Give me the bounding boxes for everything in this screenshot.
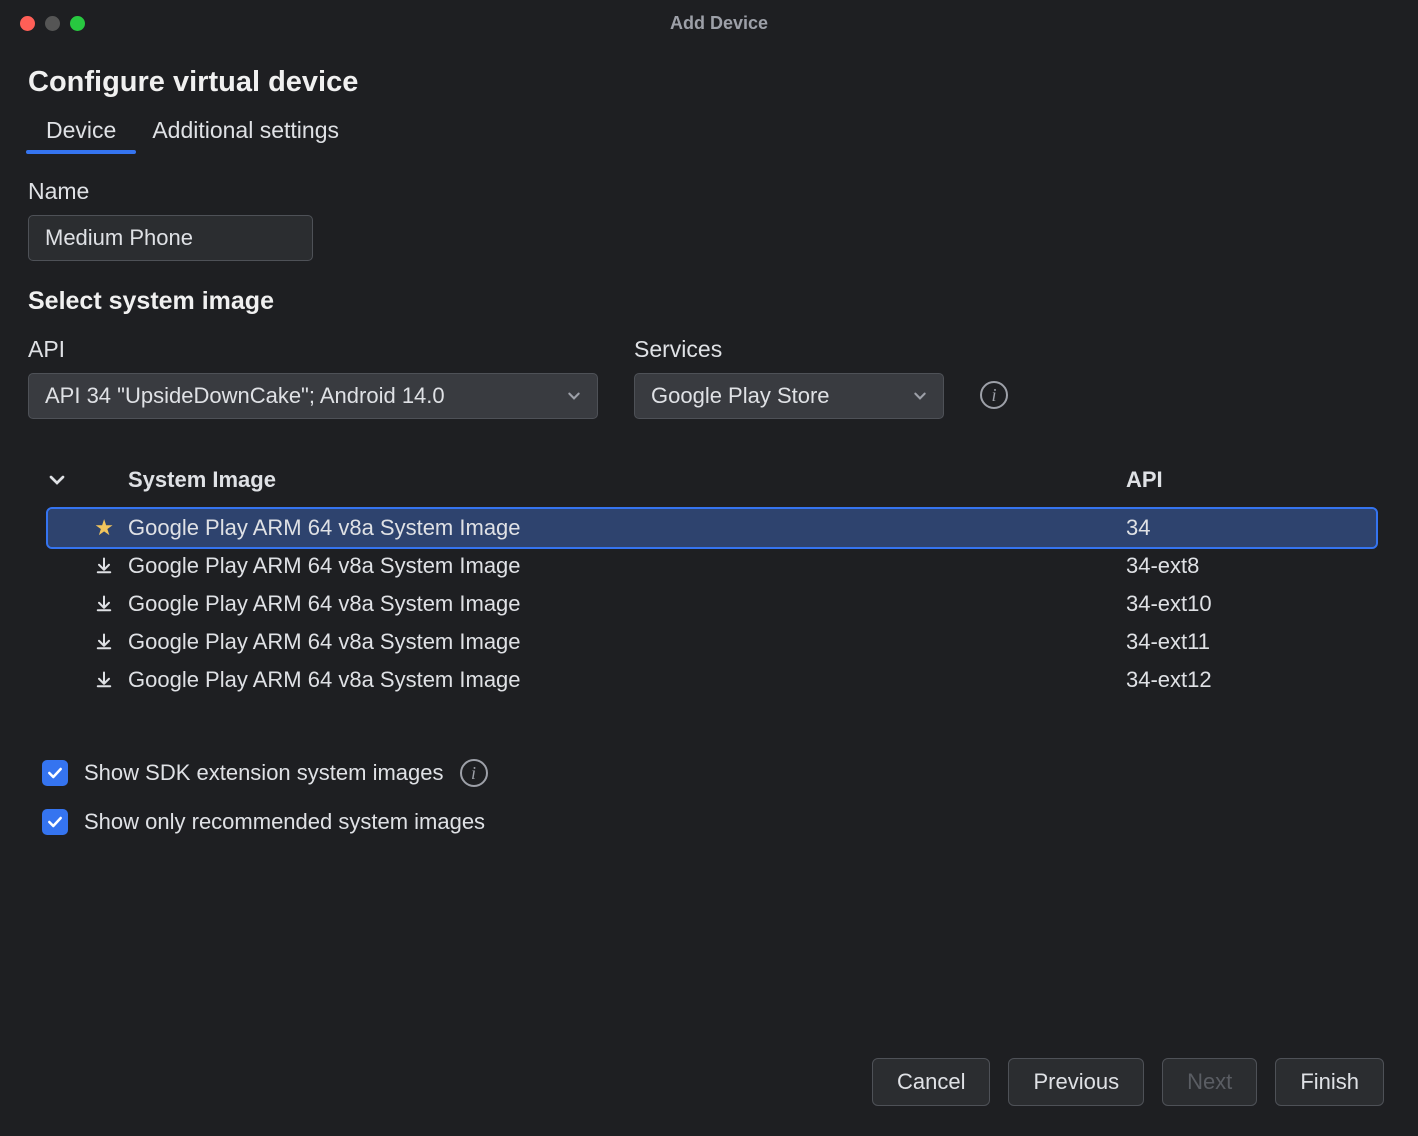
name-label: Name [28,178,1386,205]
tab-device[interactable]: Device [46,117,116,154]
download-icon[interactable] [94,632,114,652]
system-image-name: Google Play ARM 64 v8a System Image [128,629,1126,655]
collapse-chevron-icon[interactable] [48,471,66,489]
previous-button[interactable]: Previous [1008,1058,1144,1106]
page-heading: Configure virtual device [28,66,1386,99]
show-recommended-checkbox[interactable] [42,809,68,835]
minimize-window-icon [45,16,60,31]
system-image-api: 34-ext8 [1126,553,1366,579]
check-icon [47,765,63,781]
system-image-api: 34-ext10 [1126,591,1366,617]
services-dropdown[interactable]: Google Play Store [634,373,944,419]
table-row[interactable]: Google Play ARM 64 v8a System Image34-ex… [48,661,1376,699]
chevron-down-icon [913,389,927,403]
system-image-api: 34 [1126,515,1366,541]
system-image-name: Google Play ARM 64 v8a System Image [128,591,1126,617]
cancel-button[interactable]: Cancel [872,1058,990,1106]
api-label: API [28,336,598,363]
services-dropdown-value: Google Play Store [651,383,830,409]
chevron-down-icon [567,389,581,403]
show-recommended-label: Show only recommended system images [84,809,485,835]
footer-button-row: Cancel Previous Next Finish [0,1034,1418,1136]
star-icon: ★ [94,515,114,541]
system-image-name: Google Play ARM 64 v8a System Image [128,553,1126,579]
download-icon[interactable] [94,670,114,690]
tab-additional-settings[interactable]: Additional settings [152,117,339,154]
download-icon[interactable] [94,556,114,576]
maximize-window-icon[interactable] [70,16,85,31]
table-header-name: System Image [128,467,1126,493]
next-button: Next [1162,1058,1257,1106]
table-row[interactable]: Google Play ARM 64 v8a System Image34-ex… [48,623,1376,661]
show-sdk-ext-checkbox[interactable] [42,760,68,786]
table-row[interactable]: Google Play ARM 64 v8a System Image34-ex… [48,585,1376,623]
finish-button[interactable]: Finish [1275,1058,1384,1106]
select-image-heading: Select system image [28,287,1386,316]
system-image-name: Google Play ARM 64 v8a System Image [128,515,1126,541]
system-image-api: 34-ext12 [1126,667,1366,693]
info-icon[interactable]: i [980,381,1008,409]
table-header-api: API [1126,467,1376,493]
download-icon[interactable] [94,594,114,614]
api-dropdown-value: API 34 "UpsideDownCake"; Android 14.0 [45,383,445,409]
api-dropdown[interactable]: API 34 "UpsideDownCake"; Android 14.0 [28,373,598,419]
show-sdk-ext-label: Show SDK extension system images [84,760,444,786]
table-header: System Image API [48,459,1376,501]
services-label: Services [634,336,944,363]
check-icon [47,814,63,830]
close-window-icon[interactable] [20,16,35,31]
table-row[interactable]: ★ Google Play ARM 64 v8a System Image34 [48,509,1376,547]
table-row[interactable]: Google Play ARM 64 v8a System Image34-ex… [48,547,1376,585]
system-image-api: 34-ext11 [1126,629,1366,655]
window-title: Add Device [20,13,1418,34]
titlebar: Add Device [0,0,1418,46]
system-image-name: Google Play ARM 64 v8a System Image [128,667,1126,693]
name-input[interactable] [28,215,313,261]
info-icon[interactable]: i [460,759,488,787]
